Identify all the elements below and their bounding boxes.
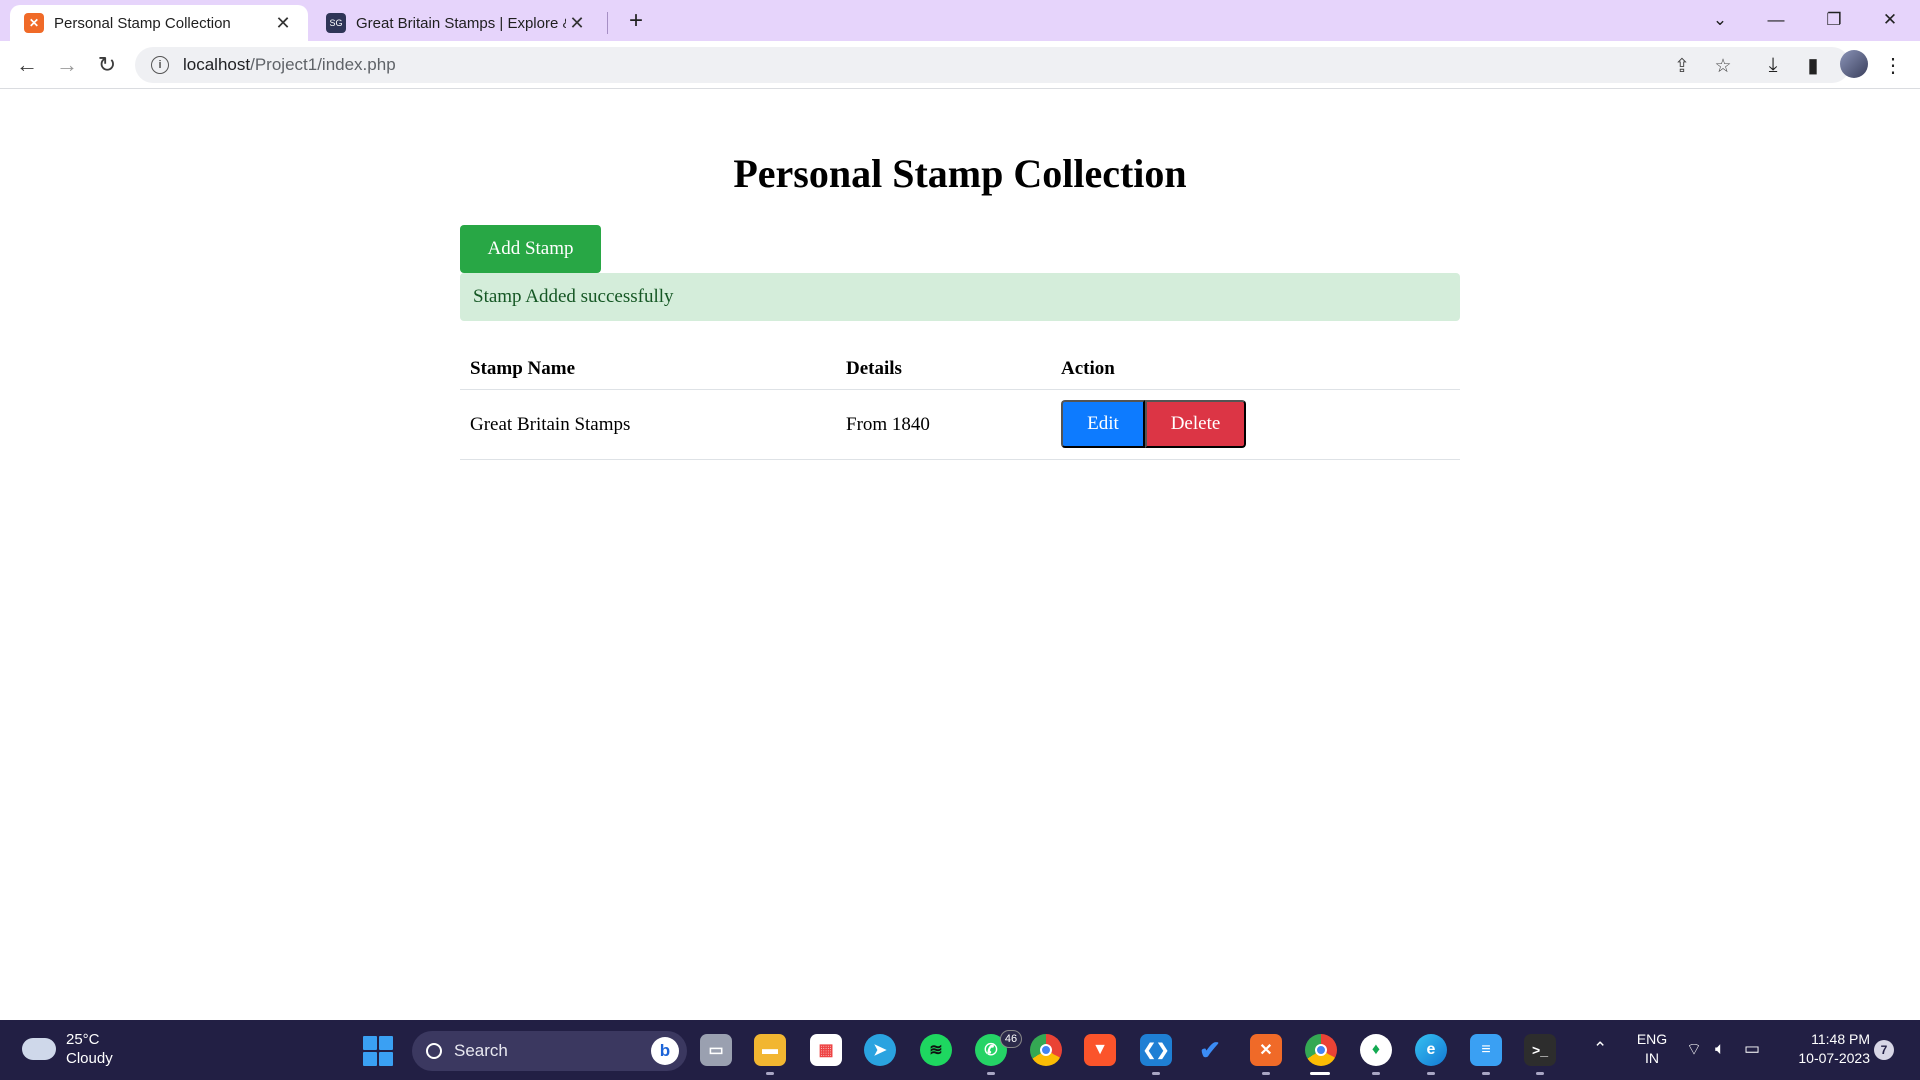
- stamp-details-cell: From 1840: [846, 413, 930, 435]
- xampp-taskbar-icon[interactable]: ✕: [1250, 1034, 1282, 1066]
- microsoft-store-icon[interactable]: ▦: [810, 1034, 842, 1066]
- running-indicator: [1536, 1072, 1544, 1075]
- stamp-name-cell: Great Britain Stamps: [470, 413, 631, 435]
- tab-strip: ✕ Personal Stamp Collection ✕ SG Great B…: [0, 0, 1920, 41]
- edge-icon[interactable]: e: [1415, 1034, 1447, 1066]
- cloud-icon: [22, 1038, 56, 1060]
- running-indicator: [987, 1072, 995, 1075]
- running-indicator: [766, 1072, 774, 1075]
- terminal-icon[interactable]: >_: [1524, 1034, 1556, 1066]
- search-label: Search: [454, 1041, 508, 1060]
- reload-icon[interactable]: ↻: [91, 49, 123, 81]
- todo-icon[interactable]: ✔: [1194, 1034, 1226, 1066]
- close-window-button[interactable]: ✕: [1862, 0, 1918, 40]
- running-indicator: [1262, 1072, 1270, 1075]
- add-stamp-button[interactable]: Add Stamp: [460, 225, 601, 273]
- running-indicator: [1152, 1072, 1160, 1075]
- file-explorer-icon[interactable]: ▬: [754, 1034, 786, 1066]
- spotify-icon[interactable]: ≋: [920, 1034, 952, 1066]
- success-alert: Stamp Added successfully: [460, 273, 1460, 321]
- stamps-table: Stamp Name Details Action Great Britain …: [460, 348, 1460, 460]
- bookmark-star-icon[interactable]: ☆: [1712, 55, 1734, 77]
- tab-great-britain-stamps[interactable]: SG Great Britain Stamps | Explore & ✕: [312, 5, 602, 41]
- new-tab-button[interactable]: +: [622, 7, 650, 35]
- back-icon[interactable]: ←: [11, 49, 43, 81]
- search-icon: [426, 1043, 442, 1059]
- weather-temp: 25°C: [66, 1031, 100, 1048]
- whatsapp-badge: 46: [1000, 1030, 1022, 1048]
- url-text: localhost/Project1/index.php: [183, 55, 396, 74]
- forward-icon[interactable]: →: [51, 49, 83, 81]
- tab-search-icon[interactable]: ⌄: [1692, 0, 1748, 40]
- chevron-up-icon[interactable]: ⌃: [1593, 1039, 1607, 1059]
- running-indicator: [1427, 1072, 1435, 1075]
- chrome-profile-icon[interactable]: [1305, 1034, 1337, 1066]
- notepad-icon[interactable]: ≡: [1470, 1034, 1502, 1066]
- site-info-icon[interactable]: i: [151, 56, 169, 74]
- menu-icon[interactable]: ⋮: [1879, 51, 1907, 79]
- brave-icon[interactable]: ▼: [1084, 1034, 1116, 1066]
- mongodb-compass-icon[interactable]: ♦: [1360, 1034, 1392, 1066]
- taskbar-search[interactable]: Search b: [412, 1031, 687, 1071]
- share-icon[interactable]: ⇪: [1671, 55, 1693, 77]
- clock-time: 11:48 PM: [1811, 1031, 1870, 1047]
- tab-title: Great Britain Stamps | Explore &: [356, 14, 566, 32]
- notification-badge[interactable]: 7: [1874, 1040, 1894, 1060]
- vscode-icon[interactable]: ❮❯: [1140, 1034, 1172, 1066]
- stamp-site-icon: SG: [326, 13, 346, 33]
- side-panel-icon[interactable]: ▮: [1799, 51, 1827, 79]
- running-indicator: [1372, 1072, 1380, 1075]
- download-icon[interactable]: ⤓: [1759, 51, 1787, 79]
- chrome-icon[interactable]: [1030, 1034, 1062, 1066]
- clock-date: 10-07-2023: [1798, 1050, 1870, 1066]
- header-details: Details: [846, 357, 902, 379]
- edit-button[interactable]: Edit: [1061, 400, 1145, 448]
- telegram-icon[interactable]: ➤: [864, 1034, 896, 1066]
- task-view-icon[interactable]: ▭: [700, 1034, 732, 1066]
- system-clock[interactable]: 11:48 PM 10-07-2023: [1780, 1030, 1870, 1068]
- minimize-button[interactable]: —: [1748, 0, 1804, 40]
- tab-title: Personal Stamp Collection: [54, 14, 231, 32]
- windows-start-icon[interactable]: [363, 1036, 393, 1066]
- table-row: Great Britain Stamps From 1840 Edit Dele…: [460, 390, 1460, 460]
- running-indicator: [1482, 1072, 1490, 1075]
- page-title: Personal Stamp Collection: [733, 151, 1187, 196]
- table-header-row: Stamp Name Details Action: [460, 348, 1460, 390]
- restore-button[interactable]: ❐: [1806, 0, 1862, 40]
- header-stamp-name: Stamp Name: [470, 357, 576, 379]
- language-indicator[interactable]: ENG IN: [1634, 1030, 1670, 1068]
- tab-personal-stamp-collection[interactable]: ✕ Personal Stamp Collection ✕: [10, 5, 308, 41]
- header-action: Action: [1061, 357, 1115, 379]
- bing-icon[interactable]: b: [651, 1037, 679, 1065]
- wifi-icon[interactable]: ⌔: [1686, 1039, 1702, 1060]
- battery-icon[interactable]: ▭: [1744, 1039, 1760, 1059]
- taskbar: 25°C Cloudy Search b ▭ ▬ ▦ ➤ ≋ ✆ 46 ▼ ❮❯…: [0, 1020, 1920, 1080]
- tab-divider: [607, 12, 608, 34]
- close-icon[interactable]: ✕: [566, 12, 588, 34]
- weather-condition: Cloudy: [66, 1050, 113, 1067]
- volume-icon[interactable]: 🔈︎: [1715, 1039, 1725, 1059]
- delete-button[interactable]: Delete: [1145, 400, 1246, 448]
- address-bar[interactable]: i localhost/Project1/index.php ⇪ ☆: [135, 47, 1850, 83]
- close-icon[interactable]: ✕: [272, 12, 294, 34]
- page-content: Personal Stamp Collection Add Stamp Stam…: [0, 90, 1920, 1020]
- weather-widget[interactable]: 25°C Cloudy: [22, 1030, 113, 1068]
- xampp-icon: ✕: [24, 13, 44, 33]
- active-indicator: [1310, 1072, 1330, 1075]
- browser-toolbar: ← → ↻ i localhost/Project1/index.php ⇪ ☆…: [0, 41, 1920, 89]
- profile-avatar[interactable]: [1840, 50, 1868, 78]
